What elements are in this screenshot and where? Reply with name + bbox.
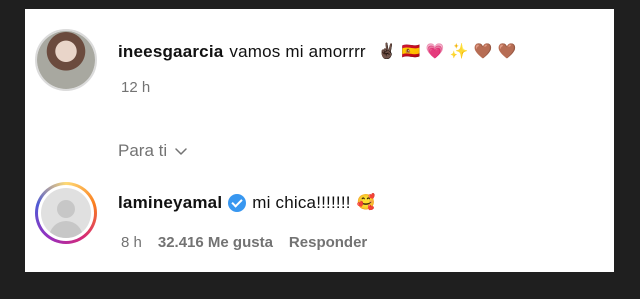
verified-badge-icon — [228, 194, 247, 212]
chevron-down-icon — [175, 148, 187, 155]
reply-button[interactable]: Responder — [289, 234, 367, 251]
avatar[interactable] — [35, 29, 97, 91]
victory-hand-emoji-icon: ✌🏿 — [377, 43, 397, 60]
brown-heart-emoji-icon: 🤎 — [473, 43, 493, 60]
comment-text: vamos mi amorrrr — [229, 42, 366, 61]
avatar[interactable] — [35, 182, 97, 244]
sort-filter[interactable]: Para ti — [118, 141, 189, 161]
comment-meta: 8 h 32.416 Me gusta Responder — [121, 234, 367, 251]
sparkles-emoji-icon: ✨ — [449, 43, 469, 60]
smiling-face-with-hearts-emoji-icon: 🥰 — [356, 194, 376, 211]
likes-count[interactable]: 32.416 Me gusta — [158, 234, 273, 251]
comment-time: 12 h — [121, 79, 151, 96]
comment-time: 8 h — [121, 234, 142, 251]
profile-photo — [37, 31, 95, 89]
emoji-group: ✌🏿 🇪🇸 💗 ✨ 🤎 🤎 — [377, 43, 517, 61]
spain-flag-emoji-icon: 🇪🇸 — [401, 43, 421, 60]
comment-text: mi chica!!!!!!! — [252, 193, 351, 212]
avatar-inner — [38, 185, 94, 241]
avatar-body-shape — [49, 221, 83, 238]
brown-heart-emoji-icon: 🤎 — [497, 43, 517, 60]
comment-username[interactable]: ineesgaarcia — [118, 42, 223, 62]
comment-meta: 12 h — [121, 79, 150, 96]
comment-line: lamineyamal mi chica!!!!!!! 🥰 — [118, 193, 375, 213]
default-avatar-icon — [41, 188, 91, 238]
comment-username[interactable]: lamineyamal — [118, 193, 222, 213]
heart-emoji-icon: 💗 — [425, 43, 445, 60]
avatar-head-shape — [57, 200, 75, 218]
sort-filter-label: Para ti — [118, 141, 168, 160]
comments-card: ineesgaarcia vamos mi amorrrr ✌🏿 🇪🇸 💗 ✨ … — [25, 9, 614, 272]
comment-line: ineesgaarcia vamos mi amorrrr ✌🏿 🇪🇸 💗 ✨ … — [118, 42, 516, 62]
